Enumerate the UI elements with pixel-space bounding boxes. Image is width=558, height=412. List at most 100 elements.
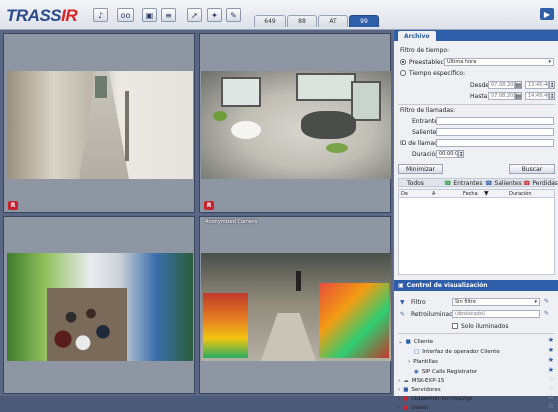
panel-collapse-icon[interactable]: ▣ xyxy=(398,282,404,289)
client-icon: ■ xyxy=(405,338,411,345)
sip-icon: ◉ xyxy=(414,368,419,375)
column-date[interactable]: Fecha xyxy=(463,191,478,197)
folder-icon: ■ xyxy=(403,386,409,393)
filter-select[interactable]: Sin filtro ▾ xyxy=(452,298,540,306)
star-icon[interactable]: ★ xyxy=(548,366,554,374)
camera-video-2 xyxy=(201,71,391,179)
tree-item-label: MSK-EXP-15 xyxy=(411,377,445,384)
call-filter-tabs: Todos ☎ Entrantes ☎ Salientes ☎ Perdidas xyxy=(398,178,558,187)
column-to[interactable]: A xyxy=(432,191,435,197)
tab-incoming-calls[interactable]: ☎ Entrantes xyxy=(444,180,482,187)
only-lit-label: Solo iluminados xyxy=(461,323,509,330)
incoming-call-icon: ☎ xyxy=(444,180,454,187)
camera-cell-3[interactable]: Anonymized Camera xyxy=(3,216,234,394)
duration-field[interactable]: 00:00:00 xyxy=(436,150,458,158)
specific-time-label: Tiempo específico: xyxy=(409,70,466,77)
specific-time-radio[interactable] xyxy=(400,70,406,76)
tree-item-templates[interactable]: › Plantillas xyxy=(408,357,438,366)
from-date-field[interactable]: 07.08.2022 xyxy=(488,81,515,89)
window-icon: □ xyxy=(414,348,420,355)
sort-down-icon[interactable]: ▼ xyxy=(484,190,489,197)
layout-edit-icon[interactable]: ✎ xyxy=(226,8,241,22)
call-id-field[interactable] xyxy=(436,139,554,147)
missed-tab-label: Perdidas xyxy=(532,180,558,187)
calendar-icon[interactable]: ▤ xyxy=(515,81,522,89)
edit-filter-icon[interactable]: ✎ xyxy=(544,298,549,305)
camera-cell-2[interactable]: R xyxy=(199,33,391,213)
preset-radio[interactable] xyxy=(400,59,406,65)
puzzle-icon[interactable]: ✦ xyxy=(207,8,222,22)
video-grid: R R Anonymized Camera xyxy=(0,30,393,396)
star-icon[interactable]: ★ xyxy=(548,356,554,364)
trassir-logo: TRASSIR xyxy=(6,6,78,26)
minimize-button[interactable]: Minimizar xyxy=(398,164,443,174)
top-toolbar: TRASSIR ♪ oo ▣ ≡ ➚ ✦ ✎ 649 88 AT 99 ▶ xyxy=(0,0,558,30)
time-filter-title: Filtro de tiempo: xyxy=(400,47,450,54)
recording-badge: R xyxy=(204,201,214,210)
from-time-field[interactable]: 13:45:40 xyxy=(525,81,549,89)
tree-item-operator-interface[interactable]: □ Interfaz de operador Cliente xyxy=(414,347,500,356)
star-outline-icon[interactable]: ☆ xyxy=(548,402,554,410)
star-icon[interactable]: ★ xyxy=(548,346,554,354)
camera-cell-1[interactable]: R xyxy=(3,33,195,213)
star-outline-icon[interactable]: ☆ xyxy=(548,375,554,383)
column-from[interactable]: De xyxy=(401,191,408,197)
divider xyxy=(398,333,555,334)
preset-select[interactable]: Última hora ▾ xyxy=(444,58,554,66)
backlight-icon: ✎ xyxy=(400,311,406,318)
chat-icon[interactable]: ▣ xyxy=(142,8,157,22)
calendar-icon[interactable]: ▤ xyxy=(515,92,522,100)
tab-88[interactable]: 88 xyxy=(287,15,317,27)
outgoing-tab-label: Salientes xyxy=(494,180,522,187)
tab-649[interactable]: 649 xyxy=(254,15,286,27)
tree-item-trassir[interactable]: › ■ trassir xyxy=(398,403,429,412)
chevron-down-icon: ▾ xyxy=(534,299,537,305)
voicemail-icon[interactable]: oo xyxy=(117,8,134,22)
to-label: Hasta: xyxy=(470,93,490,100)
tree-item-sip-registrator[interactable]: ◉ SIP Calls Registrator xyxy=(414,367,477,376)
wrench-icon[interactable]: ➚ xyxy=(187,8,202,22)
exit-icon[interactable]: ▶ xyxy=(540,8,554,20)
tab-all-calls[interactable]: Todos xyxy=(407,180,424,187)
search-button[interactable]: Buscar xyxy=(509,164,555,174)
archive-header: Archivo xyxy=(394,30,558,41)
star-outline-icon[interactable]: ☆ xyxy=(548,384,554,392)
spinner-icon[interactable]: ↕ xyxy=(549,92,555,100)
tree-item-label: t1daemon-hrr-rtsp2go xyxy=(411,395,473,402)
only-lit-checkbox[interactable] xyxy=(452,323,458,329)
outgoing-field[interactable] xyxy=(436,128,554,136)
camera-cell-4[interactable] xyxy=(199,216,391,394)
list-icon[interactable]: ≡ xyxy=(161,8,176,22)
tree-item-servers[interactable]: › ■ Servidores xyxy=(398,385,441,394)
tree-item-t1daemon[interactable]: › ■ t1daemon-hrr-rtsp2go xyxy=(398,394,472,403)
tab-99[interactable]: 99 xyxy=(349,15,379,27)
chevron-right-icon: › xyxy=(408,358,411,365)
star-icon[interactable]: ★ xyxy=(548,336,554,344)
device-icon: ■ xyxy=(403,404,409,411)
column-duration[interactable]: Duración xyxy=(509,191,532,197)
camera-video-3 xyxy=(7,253,193,361)
tree-item-label: Interfaz de operador Cliente xyxy=(422,348,500,355)
spinner-icon[interactable]: ↕ xyxy=(549,81,555,89)
tab-archive[interactable]: Archivo xyxy=(398,31,436,41)
camera-video-1 xyxy=(7,71,193,179)
tree-item-label: Cliente xyxy=(413,338,434,345)
to-time-field[interactable]: 14:45:40 xyxy=(525,92,549,100)
spinner-icon[interactable]: ↕ xyxy=(458,150,464,158)
tab-outgoing-calls[interactable]: ☎ Salientes xyxy=(485,180,522,187)
tab-at[interactable]: AT xyxy=(318,15,348,27)
chevron-right-icon: › xyxy=(398,386,401,393)
to-date-field[interactable]: 07.08.2022 xyxy=(488,92,515,100)
tab-missed-calls[interactable]: ☎ Perdidas xyxy=(523,180,558,187)
incoming-field[interactable] xyxy=(436,117,554,125)
star-outline-icon[interactable]: ☆ xyxy=(548,393,554,401)
filter-value: Sin filtro xyxy=(455,299,476,305)
edit-backlight-icon[interactable]: ✎ xyxy=(544,310,549,317)
tree-item-client[interactable]: ⌄ ■ Cliente xyxy=(398,337,555,346)
chevron-right-icon: › xyxy=(398,377,401,384)
bell-icon[interactable]: ♪ xyxy=(93,8,108,22)
backlight-field[interactable]: (destacado) xyxy=(452,310,540,318)
divider xyxy=(398,104,555,105)
tree-item-msk-exp[interactable]: › ☁ MSK-EXP-15 xyxy=(398,376,444,385)
incoming-tab-label: Entrantes xyxy=(453,180,483,187)
